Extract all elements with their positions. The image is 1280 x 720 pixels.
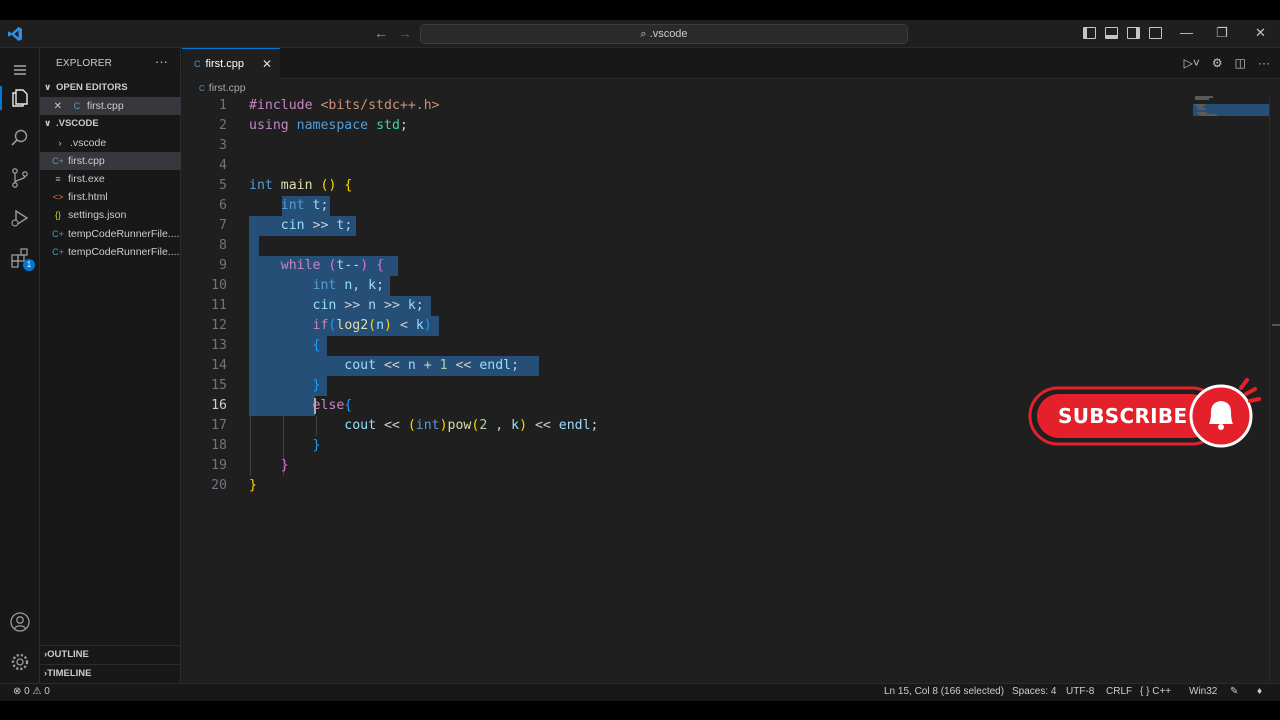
code-line: 6 int t; (181, 196, 1181, 216)
menu-icon[interactable] (8, 58, 32, 82)
tree-item-tempcoderunner-2[interactable]: C+ tempCodeRunnerFile.... (40, 243, 181, 261)
encoding-status[interactable]: UTF-8 (1066, 686, 1094, 697)
chevron-right-icon: › (58, 138, 62, 148)
search-icon[interactable] (8, 126, 32, 150)
minimize-button[interactable]: — (1180, 25, 1193, 40)
customize-layout-icon[interactable] (1149, 27, 1162, 39)
toggle-primary-sidebar-icon[interactable] (1083, 27, 1096, 39)
platform-status[interactable]: Win32 (1189, 686, 1217, 697)
status-bar: ⊗ 0 ⚠ 0 Ln 15, Col 8 (166 selected) Spac… (0, 683, 1280, 701)
language-mode[interactable]: { } C++ (1140, 686, 1171, 697)
split-editor-icon[interactable]: ◫ (1235, 56, 1246, 70)
forward-arrow-icon[interactable]: → (398, 25, 412, 41)
tree-item-vscode-folder[interactable]: › .vscode (40, 134, 181, 152)
letterbox-bottom (0, 701, 1280, 720)
vscode-logo-icon (8, 27, 22, 41)
cpp-file-icon: C (73, 101, 81, 111)
activity-bar: 1 (0, 48, 40, 683)
tab-close-icon[interactable]: ✕ (262, 49, 272, 79)
run-debug-icon[interactable] (8, 206, 32, 230)
vertical-scrollbar[interactable] (1269, 96, 1280, 683)
tree-item-settings-json[interactable]: {} settings.json (40, 206, 181, 224)
account-icon[interactable] (8, 610, 32, 634)
text-cursor (314, 398, 316, 414)
open-editors-header[interactable]: ∨ OPEN EDITORS (44, 82, 128, 93)
back-arrow-icon[interactable]: ← (374, 25, 388, 41)
breadcrumb[interactable]: Cfirst.cpp (199, 82, 246, 94)
indentation-status[interactable]: Spaces: 4 (1012, 686, 1056, 697)
code-line: 7 cin >> t; (181, 216, 1181, 236)
extensions-icon[interactable]: 1 (8, 246, 35, 271)
more-actions-icon[interactable]: ··· (1258, 56, 1270, 70)
binary-file-icon: ≡ (55, 174, 61, 184)
settings-icon[interactable]: ⚙ (1212, 56, 1223, 70)
command-center-search[interactable]: ⌕ .vscode (420, 24, 908, 44)
tree-item-first-html[interactable]: <> first.html (40, 188, 181, 206)
code-line: 11 cin >> n >> k; (181, 296, 1181, 316)
cpp-file-icon: C+ (52, 247, 64, 257)
subscribe-label: SUBSCRIBE (1058, 404, 1188, 428)
letterbox-top (0, 0, 1280, 20)
notifications-bell-icon[interactable]: ♦ (1257, 686, 1262, 697)
json-file-icon: {} (54, 210, 61, 220)
close-window-button[interactable]: ✕ (1255, 25, 1266, 41)
explorer-title: EXPLORER (56, 58, 113, 69)
title-bar: ← → ⌕ .vscode — ❐ ✕ (0, 20, 1280, 48)
open-editor-item[interactable]: ✕ Cfirst.cpp (40, 97, 181, 115)
settings-gear-icon[interactable] (8, 650, 32, 674)
close-icon[interactable]: ✕ (40, 98, 62, 115)
explorer-sidebar: EXPLORER ··· ∨ OPEN EDITORS ✕ Cfirst.cpp … (40, 48, 181, 683)
code-line: 12 if(log2(n) < k) (181, 316, 1181, 336)
code-line: 3 (219, 138, 227, 153)
run-code-icon[interactable]: ▷˅ (1184, 56, 1200, 70)
cpp-file-icon: C+ (52, 229, 64, 239)
tab-first-cpp[interactable]: Cfirst.cpp ✕ (182, 48, 280, 79)
selection-highlight (249, 236, 259, 256)
editor-area: Cfirst.cpp ✕ ▷˅ ⚙ ◫ ··· Cfirst.cpp 1 #inc… (181, 48, 1280, 683)
tree-item-first-exe[interactable]: ≡ first.exe (40, 170, 181, 188)
cpp-file-icon: C+ (52, 156, 64, 166)
explorer-icon[interactable] (0, 86, 32, 110)
toggle-panel-icon[interactable] (1105, 27, 1118, 39)
html-file-icon: <> (52, 192, 64, 202)
source-control-icon[interactable] (8, 166, 32, 190)
restore-button[interactable]: ❐ (1216, 25, 1228, 41)
chevron-down-icon: ∨ (44, 118, 52, 128)
editor-tabs: Cfirst.cpp ✕ ▷˅ ⚙ ◫ ··· (181, 48, 1280, 79)
problems-indicator[interactable]: ⊗ 0 ⚠ 0 (13, 686, 50, 697)
chevron-down-icon: ∨ (44, 82, 52, 92)
tree-item-first-cpp[interactable]: C+ first.cpp (40, 152, 181, 170)
code-line: 9 while (t--) { (181, 256, 1181, 276)
subscribe-overlay[interactable]: SUBSCRIBE (1028, 370, 1264, 450)
code-line: 10 int n, k; (181, 276, 1181, 296)
code-line: 20} (211, 478, 257, 493)
cpp-file-icon: C (194, 59, 201, 69)
minimap[interactable] (1193, 96, 1269, 120)
folder-header[interactable]: ∨ .VSCODE (44, 118, 99, 129)
extensions-badge: 1 (23, 259, 35, 271)
cursor-position[interactable]: Ln 15, Col 8 (166 selected) (884, 686, 1004, 697)
toggle-secondary-sidebar-icon[interactable] (1127, 27, 1140, 39)
cpp-file-icon: C (199, 84, 205, 93)
eol-status[interactable]: CRLF (1106, 686, 1132, 697)
code-line: 4 (219, 158, 227, 173)
tree-item-tempcoderunner-1[interactable]: C+ tempCodeRunnerFile.... (40, 225, 181, 243)
code-line: 19 } (211, 458, 289, 473)
outline-header[interactable]: ›OUTLINE (44, 649, 89, 660)
code-line: 13 { (181, 336, 1181, 356)
code-line: 8 (181, 236, 1181, 256)
feedback-icon[interactable]: ✎ (1230, 686, 1238, 697)
code-line: 1 #include <bits/stdc++.h> (219, 98, 440, 113)
more-actions-icon[interactable]: ··· (155, 54, 168, 69)
code-line: 2 using namespace std; (219, 118, 408, 133)
code-line: 5 int main () { (219, 178, 353, 193)
timeline-header[interactable]: ›TIMELINE (44, 668, 92, 679)
